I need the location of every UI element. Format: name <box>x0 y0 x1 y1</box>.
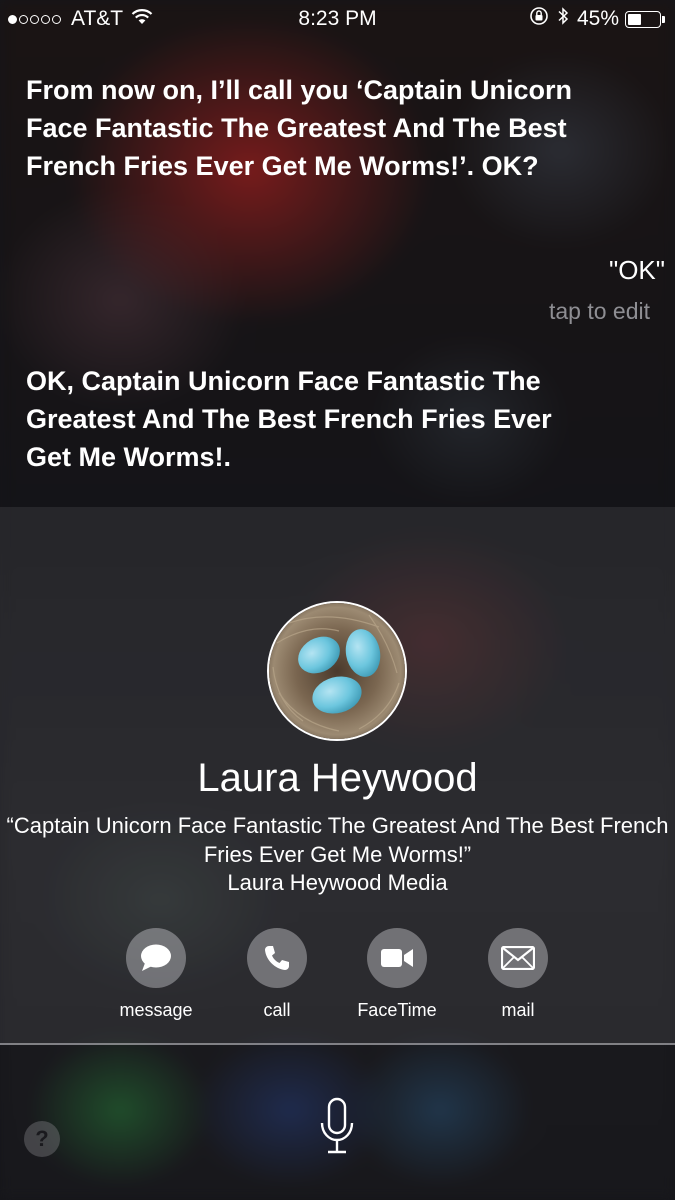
battery-icon <box>625 10 661 28</box>
contact-actions: message call FaceTime mail <box>0 928 675 1028</box>
bluetooth-icon <box>557 6 569 32</box>
status-bar: AT&T 8:23 PM 45% <box>0 0 675 36</box>
video-camera-icon <box>381 949 413 967</box>
contact-name: Laura Heywood <box>197 756 478 800</box>
mail-circle[interactable] <box>488 928 548 988</box>
call-circle[interactable] <box>247 928 307 988</box>
facetime-circle[interactable] <box>367 928 427 988</box>
siri-mic-button[interactable] <box>312 1094 362 1160</box>
mail-button[interactable]: mail <box>458 928 578 1021</box>
contact-company: Laura Heywood Media <box>227 870 448 895</box>
contact-nickname: “Captain Unicorn Face Fantastic The Grea… <box>6 813 669 867</box>
contact-avatar[interactable] <box>267 601 407 741</box>
microphone-icon <box>320 1097 354 1154</box>
status-right: 45% <box>529 6 665 32</box>
call-button[interactable]: call <box>217 928 337 1021</box>
heard-speech-text[interactable]: "OK" <box>609 255 665 286</box>
battery-cap <box>662 15 665 23</box>
facetime-label: FaceTime <box>357 1000 437 1020</box>
phone-icon <box>265 946 289 970</box>
bird-nest-eggs-image <box>269 603 405 739</box>
battery-level <box>628 13 641 25</box>
user-query-text: From now on, I’ll call you ‘Captain Unic… <box>26 75 573 181</box>
tap-to-edit-hint[interactable]: tap to edit <box>549 298 650 325</box>
call-label: call <box>263 1000 291 1020</box>
orientation-lock-icon <box>529 6 549 32</box>
battery-percentage: 45% <box>576 7 619 30</box>
siri-response-text: OK, Captain Unicorn Face Fantastic The G… <box>26 366 552 472</box>
message-label: message <box>119 1000 193 1020</box>
message-bubble-icon <box>141 944 171 971</box>
divider <box>0 1043 675 1045</box>
facetime-button[interactable]: FaceTime <box>337 928 457 1021</box>
message-circle[interactable] <box>126 928 186 988</box>
envelope-icon <box>501 946 535 970</box>
help-button[interactable]: ? <box>24 1121 60 1157</box>
message-button[interactable]: message <box>96 928 216 1021</box>
mail-label: mail <box>501 1000 535 1020</box>
